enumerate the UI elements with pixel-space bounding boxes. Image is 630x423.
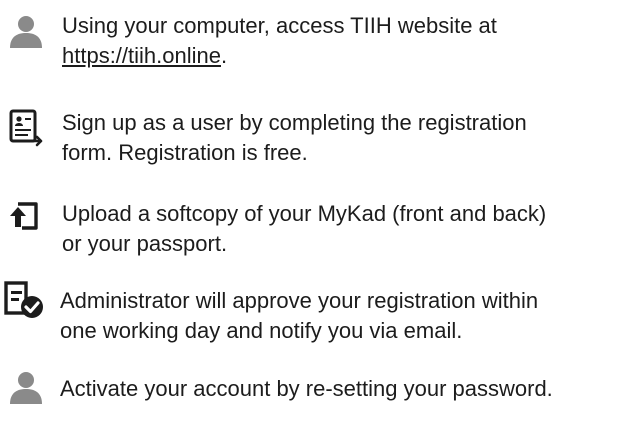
step-1-text: Using your computer, access TIIH website… <box>62 11 497 71</box>
step-1-period: . <box>220 43 228 68</box>
upload-icon <box>10 202 38 230</box>
approval-icon <box>4 281 43 318</box>
step-5-line-1: Activate your account by re-setting your… <box>60 376 553 401</box>
tiih-website-link[interactable]: https://tiih.online <box>62 43 221 68</box>
step-4-line-1: Administrator will approve your registra… <box>60 288 539 313</box>
step-2-text: Sign up as a user by completing the regi… <box>62 108 527 168</box>
step-1-line-2: https://tiih.online. <box>62 41 497 71</box>
step-4-line-2: one working day and notify you via email… <box>60 318 463 343</box>
step-4-text: Administrator will approve your registra… <box>60 286 538 346</box>
step-3-line-2: or your passport. <box>62 231 228 256</box>
step-1-line-1: Using your computer, access TIIH website… <box>62 13 497 38</box>
step-3-line-1: Upload a softcopy of your MyKad (front a… <box>62 201 547 226</box>
step-2-line-2: form. Registration is free. <box>62 140 308 165</box>
step-5-text: Activate your account by re-setting your… <box>60 374 553 404</box>
step-3-text: Upload a softcopy of your MyKad (front a… <box>62 199 546 259</box>
user-icon <box>10 372 42 404</box>
registration-form-icon <box>9 109 43 147</box>
user-icon <box>10 16 42 48</box>
step-2-line-1: Sign up as a user by completing the regi… <box>62 110 527 135</box>
